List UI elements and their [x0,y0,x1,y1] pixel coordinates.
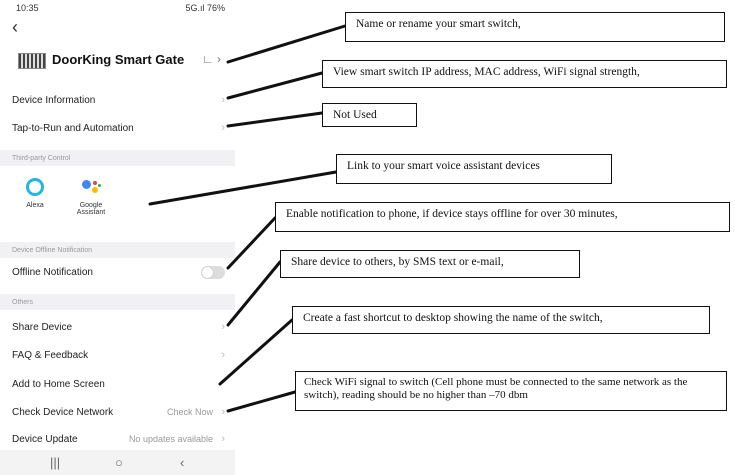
callout-rename: Name or rename your smart switch, [345,12,725,42]
callout-info: View smart switch IP address, MAC addres… [322,60,727,88]
callout-shortcut: Create a fast shortcut to desktop showin… [292,306,710,334]
line-network [226,390,297,413]
line-not-used [226,111,324,128]
line-offline [226,216,277,270]
callout-share: Share device to others, by SMS text or e… [280,250,580,278]
line-shortcut [218,318,294,386]
line-share [226,260,282,327]
callout-shortcut-text: Create a fast shortcut to desktop showin… [303,312,603,324]
callout-offline-text: Enable notification to phone, if device … [286,208,618,220]
callout-network: Check WiFi signal to switch (Cell phone … [295,371,727,411]
callout-info-text: View smart switch IP address, MAC addres… [333,66,640,78]
callout-not-used: Not Used [322,103,417,127]
callout-offline: Enable notification to phone, if device … [275,202,730,232]
callout-network-text: Check WiFi signal to switch (Cell phone … [304,376,688,401]
callout-share-text: Share device to others, by SMS text or e… [291,256,504,268]
line-voice [148,170,338,206]
line-rename [226,24,347,64]
callout-voice-text: Link to your smart voice assistant devic… [347,160,540,172]
callout-voice: Link to your smart voice assistant devic… [336,154,612,184]
callout-rename-text: Name or rename your smart switch, [356,18,521,30]
line-info [226,71,324,100]
callout-not-used-text: Not Used [333,109,377,121]
